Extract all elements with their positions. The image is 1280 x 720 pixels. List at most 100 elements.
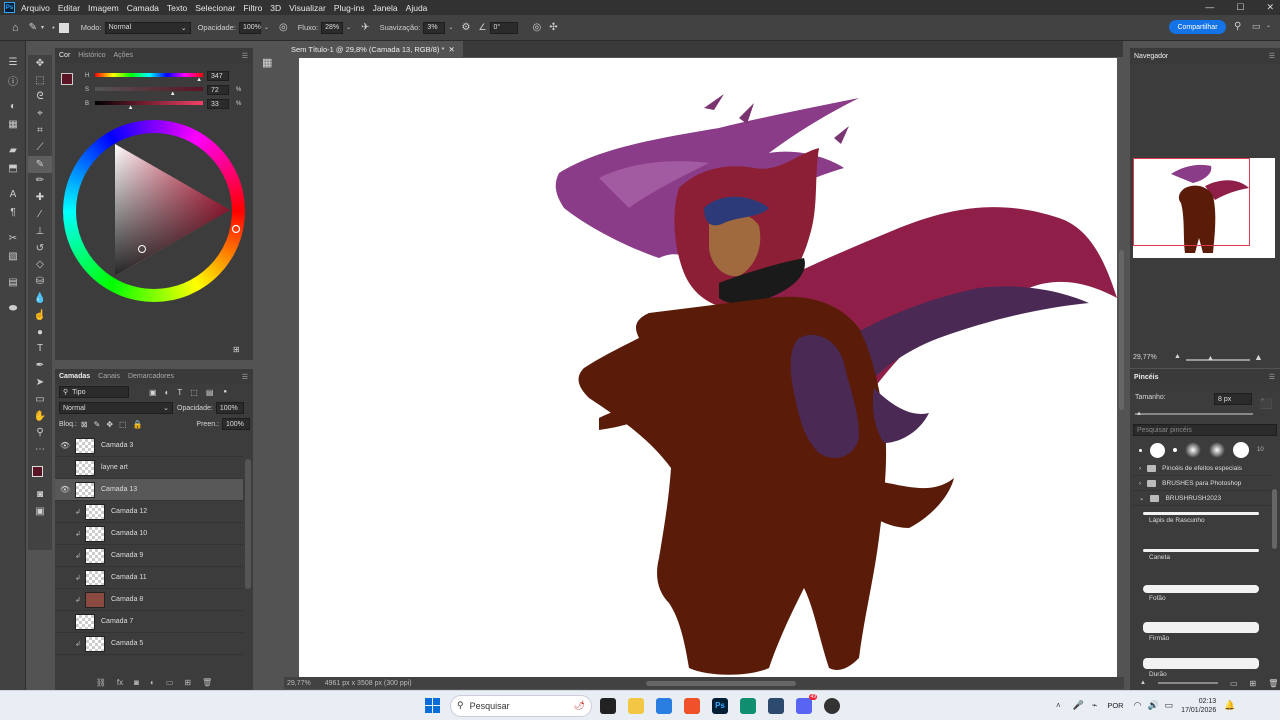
chevron-right-icon[interactable]: › <box>1139 480 1141 487</box>
chevron-down-icon[interactable]: ⌄ <box>1266 22 1271 29</box>
hue-ring-marker[interactable] <box>231 224 241 234</box>
filter-adjustment-icon[interactable]: ◐ <box>165 388 170 397</box>
chatgpt-icon[interactable] <box>740 697 756 714</box>
eyedropper-tool-icon[interactable]: ⟋ <box>28 139 52 156</box>
new-group-icon[interactable]: ▭ <box>166 678 174 687</box>
delete-layer-icon[interactable]: 🗑 <box>202 678 212 687</box>
battery-icon[interactable]: ▭ <box>1165 700 1174 711</box>
file-explorer-icon[interactable] <box>628 697 644 714</box>
brush-preset-small[interactable] <box>1173 448 1177 452</box>
brush-item[interactable]: Caneta <box>1133 548 1271 580</box>
navigator-preview[interactable] <box>1133 158 1275 258</box>
brush-size-preview-icon[interactable]: ▲ <box>1140 680 1146 686</box>
brush-preset-round[interactable] <box>1150 442 1165 458</box>
brightness-value-field[interactable]: 33 <box>207 99 229 109</box>
tab-brushes[interactable]: Pincéis <box>1134 374 1159 381</box>
filter-shape-icon[interactable]: ⬚ <box>190 388 198 397</box>
brush-item[interactable]: Fofão <box>1133 585 1271 616</box>
brush-size-field[interactable]: 8 px <box>1214 393 1252 405</box>
zoom-level[interactable]: 29,77% <box>287 680 311 687</box>
brush-folder[interactable]: › Pincéis de efeitos especiais <box>1133 461 1271 476</box>
brush-tool-icon[interactable]: ✎ <box>28 155 52 173</box>
toggle-brush-settings-icon[interactable] <box>58 22 69 33</box>
new-brush-icon[interactable]: ⊞ <box>1250 679 1257 688</box>
quick-mask-icon[interactable]: ◙ <box>28 486 52 503</box>
quick-selection-tool-icon[interactable]: ⌖ <box>28 105 52 122</box>
layer-row[interactable]: ↲ Camada 11 <box>55 567 243 589</box>
eye-icon[interactable]: 👁 <box>55 441 75 450</box>
vertical-scrollbar[interactable] <box>1119 250 1124 410</box>
opacity-field[interactable]: 100% <box>238 21 261 34</box>
layer-row[interactable]: 👁 Camada 3 <box>55 435 243 457</box>
brush-preset-icon[interactable]: • <box>52 23 55 32</box>
document-size-info[interactable]: 4961 px x 3508 px (300 ppi) <box>325 680 412 687</box>
layer-opacity-field[interactable]: 100% <box>215 402 244 414</box>
dodge-tool-icon[interactable]: ● <box>28 324 52 341</box>
menu-item-selecionar[interactable]: Selecionar <box>195 3 235 13</box>
app-icon[interactable] <box>768 697 784 714</box>
usb-icon[interactable]: ⌁ <box>1092 700 1097 711</box>
brush-item[interactable]: Lápis de Rascunho <box>1133 512 1271 543</box>
tab-layers[interactable]: Camadas <box>59 373 90 380</box>
brush-preset-soft[interactable] <box>1185 442 1201 458</box>
expand-panel-icon[interactable]: ⊞ <box>233 345 240 354</box>
properties-icon[interactable]: ☰ <box>0 53 26 71</box>
menu-item-texto[interactable]: Texto <box>167 3 187 13</box>
brush-preset-hard[interactable] <box>1233 442 1249 458</box>
zoom-tool-icon[interactable]: ⚲ <box>28 425 52 442</box>
adjustment-layer-icon[interactable]: ◐ <box>150 678 155 687</box>
brush-size-slider-thumb[interactable]: ▲ <box>1136 411 1142 417</box>
layer-style-fx-icon[interactable]: fx <box>117 678 123 687</box>
photoshop-taskbar-icon[interactable]: Ps <box>712 697 728 714</box>
minimize-icon[interactable]: — <box>1205 2 1214 13</box>
gradients-icon[interactable]: ▤ <box>0 273 26 291</box>
close-tab-icon[interactable]: ✕ <box>449 45 455 54</box>
new-layer-icon[interactable]: ⊞ <box>184 678 191 687</box>
layer-row[interactable]: ↲ Camada 5 <box>55 633 243 655</box>
blur-tool-icon[interactable]: 💧 <box>28 290 52 307</box>
show-hidden-icons-chevron-icon[interactable]: ˄ <box>1056 701 1061 710</box>
layer-row[interactable]: ↲ Camada 9 <box>55 545 243 567</box>
move-tool-icon[interactable]: ✥ <box>28 55 52 72</box>
menu-item-arquivo[interactable]: Arquivo <box>21 3 50 13</box>
panel-menu-icon[interactable]: ☰ <box>1269 52 1275 60</box>
blend-mode-select[interactable]: Normal ⌄ <box>59 402 173 414</box>
airbrush-icon[interactable]: ✈ <box>361 22 369 33</box>
mixer-brush-tool-icon[interactable]: ⁄ <box>28 206 52 223</box>
maximize-icon[interactable]: ☐ <box>1236 2 1244 13</box>
navigator-zoom-slider[interactable] <box>1186 359 1250 361</box>
menu-item-editar[interactable]: Editar <box>58 3 80 13</box>
microphone-icon[interactable]: 🎤 <box>1073 700 1084 711</box>
brush-preview-slider[interactable] <box>1157 682 1218 684</box>
layer-row[interactable]: ↲ Camada 10 <box>55 523 243 545</box>
layer-row[interactable]: Camada 7 <box>55 611 243 633</box>
lock-artboard-icon[interactable]: ⬚ <box>119 420 127 429</box>
info-icon[interactable]: ⓘ <box>0 71 26 89</box>
panel-menu-icon[interactable]: ☰ <box>242 373 248 381</box>
menu-item-3d[interactable]: 3D <box>270 3 281 13</box>
pen-tool-icon[interactable]: ✒ <box>28 357 52 374</box>
microsoft-store-icon[interactable] <box>656 697 672 714</box>
hue-slider[interactable] <box>95 73 203 77</box>
smoothing-field[interactable]: 3% <box>423 21 446 34</box>
add-mask-icon[interactable]: ◙ <box>134 678 139 687</box>
tab-history[interactable]: Histórico <box>78 52 105 59</box>
new-group-icon[interactable]: ▭ <box>1230 679 1238 688</box>
tool-presets-icon[interactable]: ✂ <box>0 229 26 247</box>
foreground-color-swatch[interactable] <box>32 466 43 478</box>
brush-size-slider[interactable] <box>1135 413 1253 415</box>
filter-pixel-icon[interactable]: ▣ <box>149 388 157 397</box>
smoothing-settings-gear-icon[interactable]: ⚙ <box>461 22 470 33</box>
brush-item[interactable]: Firmão <box>1133 621 1271 653</box>
layer-row[interactable]: 👁 Camada 13 <box>55 479 243 501</box>
symmetry-icon[interactable]: ✣ <box>549 22 557 33</box>
layers-scrollbar[interactable] <box>245 459 251 589</box>
paragraph-icon[interactable]: ¶ <box>0 203 26 221</box>
brush-search-input[interactable]: Pesquisar pincéis <box>1133 424 1277 436</box>
lock-all-icon[interactable]: 🔒 <box>133 420 143 429</box>
wifi-icon[interactable]: ◠ <box>1134 700 1142 711</box>
type-tool-icon[interactable]: T <box>28 341 52 358</box>
brush-settings-icon[interactable]: ▰ <box>0 141 26 159</box>
language-indicator[interactable]: POR <box>1107 701 1123 710</box>
saturation-slider-thumb[interactable]: ▲ <box>170 91 176 97</box>
